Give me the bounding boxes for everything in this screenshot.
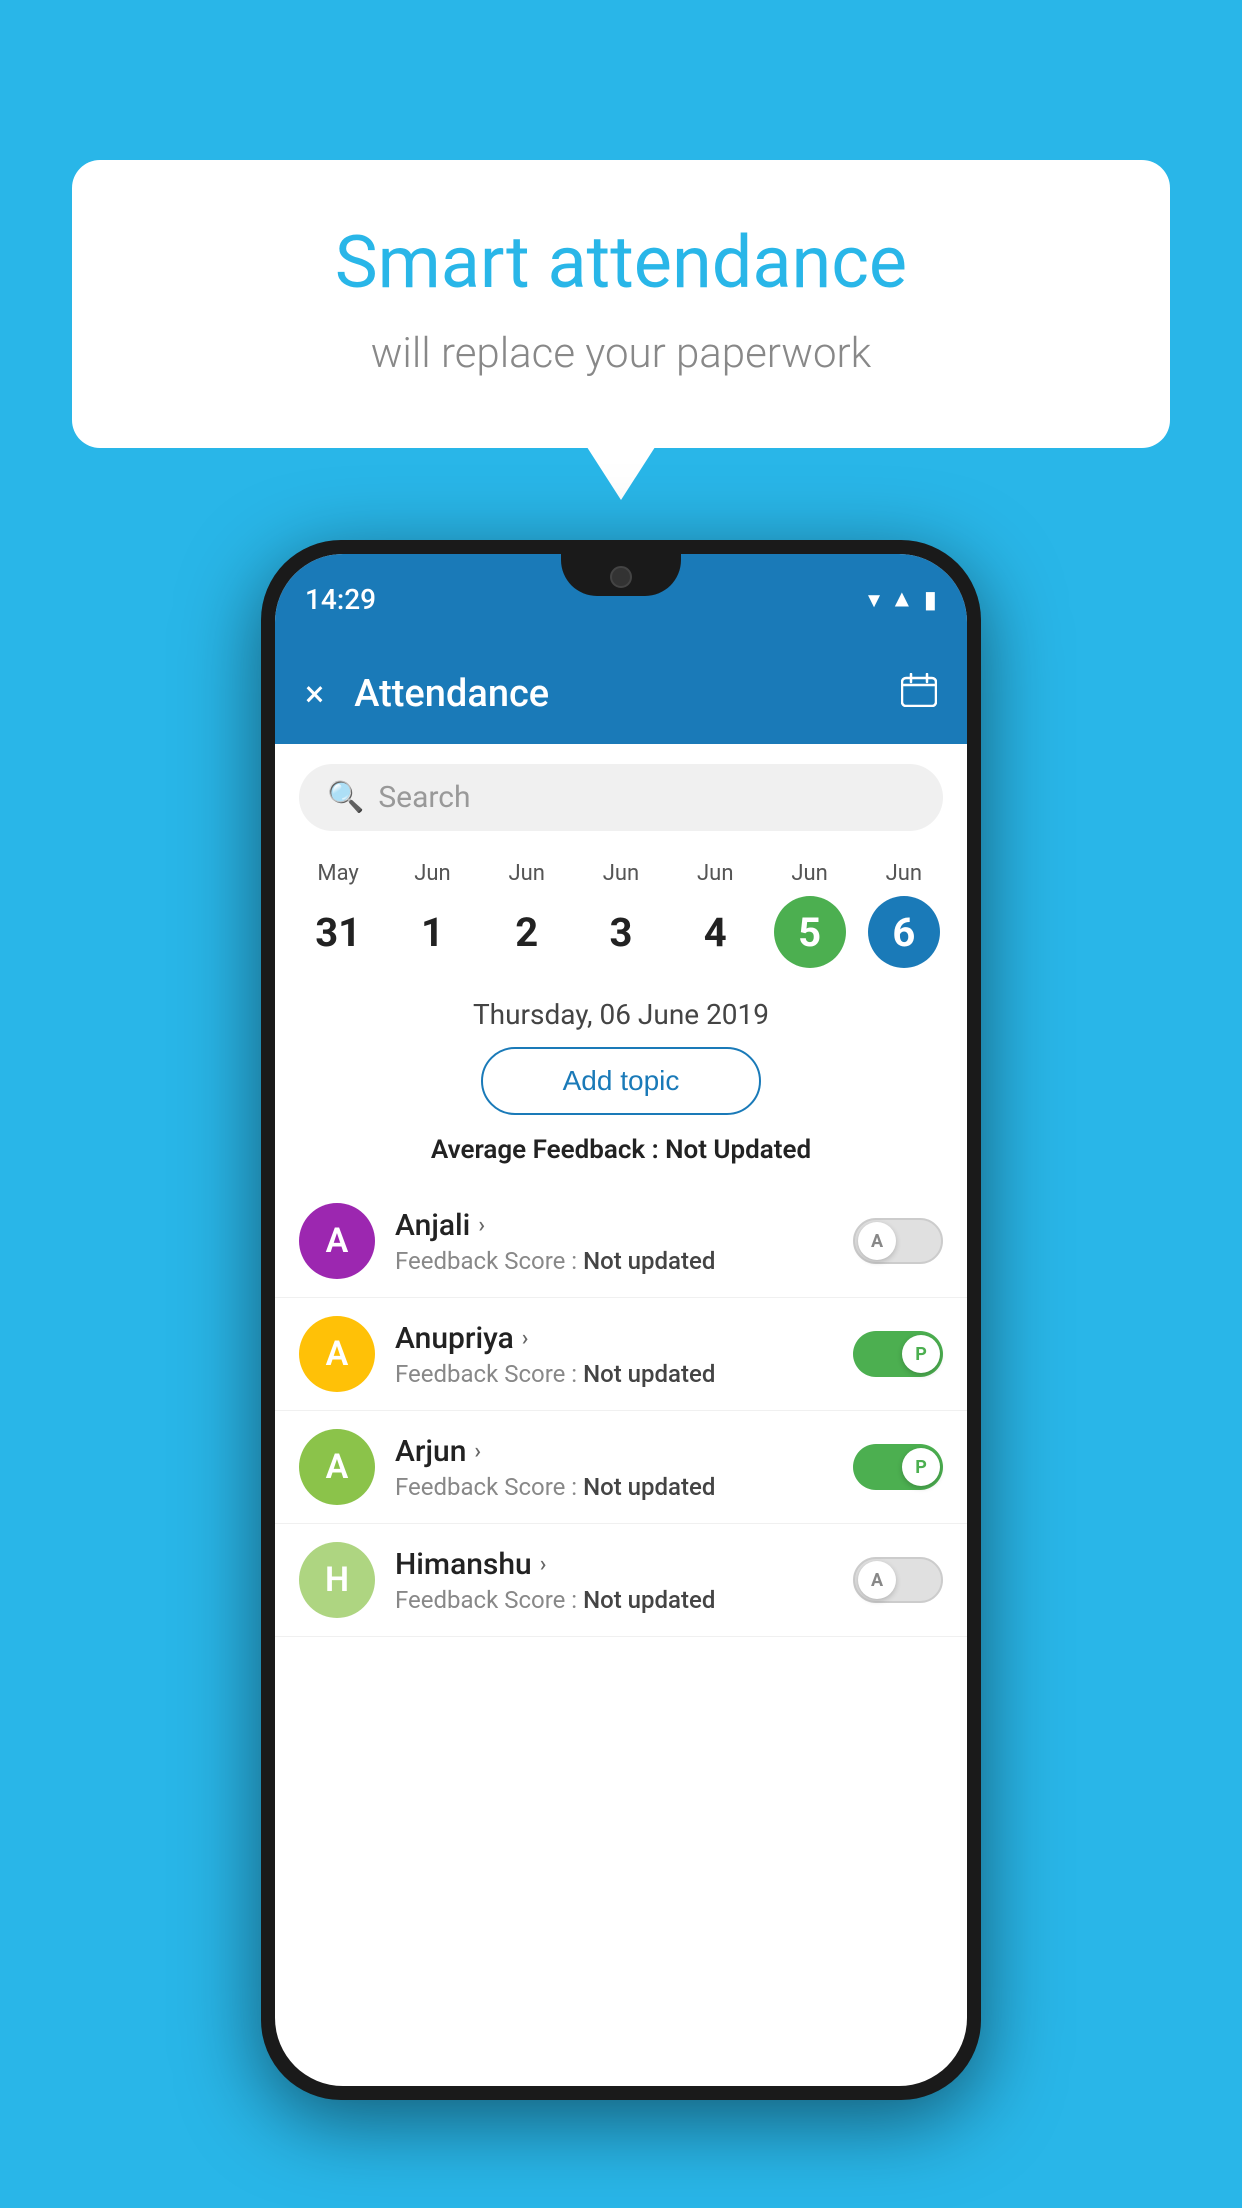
student-item-3[interactable]: H Himanshu › Feedback Score : Not updated A	[275, 1524, 967, 1637]
student-avatar: H	[299, 1542, 375, 1618]
student-avatar: A	[299, 1316, 375, 1392]
toggle-knob: A	[858, 1561, 896, 1599]
search-icon: 🔍	[327, 780, 364, 815]
cal-date-number: 6	[868, 896, 940, 968]
student-name: Himanshu ›	[395, 1547, 833, 1582]
status-bar: 14:29 ▾ ▲ ▮	[275, 554, 967, 644]
selected-date-text: Thursday, 06 June 2019	[473, 998, 769, 1031]
status-icons: ▾ ▲ ▮	[868, 585, 937, 614]
cal-date-number: 1	[396, 896, 468, 968]
cal-month-label: Jun	[886, 861, 922, 886]
student-item-1[interactable]: A Anupriya › Feedback Score : Not updated P	[275, 1298, 967, 1411]
cal-month-label: Jun	[508, 861, 544, 886]
attendance-toggle[interactable]: A	[853, 1557, 943, 1603]
phone-frame: 14:29 ▾ ▲ ▮ × Attendance	[261, 540, 981, 2100]
calendar-day-5[interactable]: Jun 5	[767, 861, 853, 968]
attendance-toggle[interactable]: A	[853, 1218, 943, 1264]
avg-feedback: Average Feedback : Not Updated	[275, 1135, 967, 1165]
avg-feedback-label: Average Feedback :	[431, 1135, 659, 1165]
student-name: Arjun ›	[395, 1434, 833, 1469]
calendar-strip: May 31 Jun 1 Jun 2 Jun 3 Jun 4 Jun 5 Jun 6	[275, 851, 967, 988]
speech-bubble-title: Smart attendance	[132, 220, 1110, 305]
cal-date-number: 3	[585, 896, 657, 968]
cal-month-label: Jun	[414, 861, 450, 886]
search-bar[interactable]: 🔍 Search	[299, 764, 943, 831]
cal-date-number: 31	[302, 896, 374, 968]
student-info: Arjun › Feedback Score : Not updated	[395, 1434, 833, 1501]
date-info: Thursday, 06 June 2019	[275, 998, 967, 1031]
calendar-day-2[interactable]: Jun 2	[484, 861, 570, 968]
camera-dot	[610, 566, 632, 588]
phone-screen: 14:29 ▾ ▲ ▮ × Attendance	[275, 554, 967, 2086]
student-item-0[interactable]: A Anjali › Feedback Score : Not updated A	[275, 1185, 967, 1298]
speech-bubble-subtitle: will replace your paperwork	[132, 329, 1110, 378]
student-info: Anjali › Feedback Score : Not updated	[395, 1208, 833, 1275]
cal-date-number: 4	[679, 896, 751, 968]
header-title: Attendance	[354, 672, 901, 716]
cal-month-label: Jun	[791, 861, 827, 886]
add-topic-button[interactable]: Add topic	[481, 1047, 761, 1115]
app-header: × Attendance	[275, 644, 967, 744]
cal-date-number: 5	[774, 896, 846, 968]
calendar-icon[interactable]	[901, 673, 937, 716]
phone-container: 14:29 ▾ ▲ ▮ × Attendance	[261, 540, 981, 2100]
student-name: Anupriya ›	[395, 1321, 833, 1356]
calendar-day-1[interactable]: Jun 1	[389, 861, 475, 968]
close-button[interactable]: ×	[305, 673, 324, 715]
attendance-toggle[interactable]: P	[853, 1444, 943, 1490]
student-item-2[interactable]: A Arjun › Feedback Score : Not updated P	[275, 1411, 967, 1524]
wifi-icon: ▾	[868, 585, 880, 613]
student-info: Anupriya › Feedback Score : Not updated	[395, 1321, 833, 1388]
cal-month-label: Jun	[697, 861, 733, 886]
student-info: Himanshu › Feedback Score : Not updated	[395, 1547, 833, 1614]
calendar-day-6[interactable]: Jun 6	[861, 861, 947, 968]
cal-month-label: May	[317, 861, 358, 886]
toggle-knob: P	[902, 1335, 940, 1373]
signal-icon: ▲	[890, 585, 914, 614]
notch-cutout	[561, 554, 681, 596]
search-placeholder: Search	[378, 780, 470, 815]
chevron-icon: ›	[478, 1213, 485, 1238]
calendar-day-3[interactable]: Jun 3	[578, 861, 664, 968]
speech-bubble-container: Smart attendance will replace your paper…	[72, 160, 1170, 448]
student-avatar: A	[299, 1429, 375, 1505]
student-avatar: A	[299, 1203, 375, 1279]
chevron-icon: ›	[474, 1439, 481, 1464]
chevron-icon: ›	[522, 1326, 529, 1351]
student-name: Anjali ›	[395, 1208, 833, 1243]
student-list: AAnjali ›Feedback Score : Not updatedAAA…	[275, 1185, 967, 1637]
student-feedback-score: Feedback Score : Not updated	[395, 1473, 833, 1501]
speech-bubble: Smart attendance will replace your paper…	[72, 160, 1170, 448]
avg-feedback-value: Not Updated	[665, 1135, 811, 1165]
calendar-day-4[interactable]: Jun 4	[672, 861, 758, 968]
student-feedback-score: Feedback Score : Not updated	[395, 1360, 833, 1388]
cal-month-label: Jun	[603, 861, 639, 886]
cal-date-number: 2	[491, 896, 563, 968]
toggle-knob: P	[902, 1448, 940, 1486]
chevron-icon: ›	[540, 1552, 547, 1577]
student-feedback-score: Feedback Score : Not updated	[395, 1586, 833, 1614]
toggle-knob: A	[858, 1222, 896, 1260]
battery-icon: ▮	[924, 585, 937, 613]
student-feedback-score: Feedback Score : Not updated	[395, 1247, 833, 1275]
attendance-toggle[interactable]: P	[853, 1331, 943, 1377]
status-time: 14:29	[305, 583, 376, 616]
calendar-day-0[interactable]: May 31	[295, 861, 381, 968]
